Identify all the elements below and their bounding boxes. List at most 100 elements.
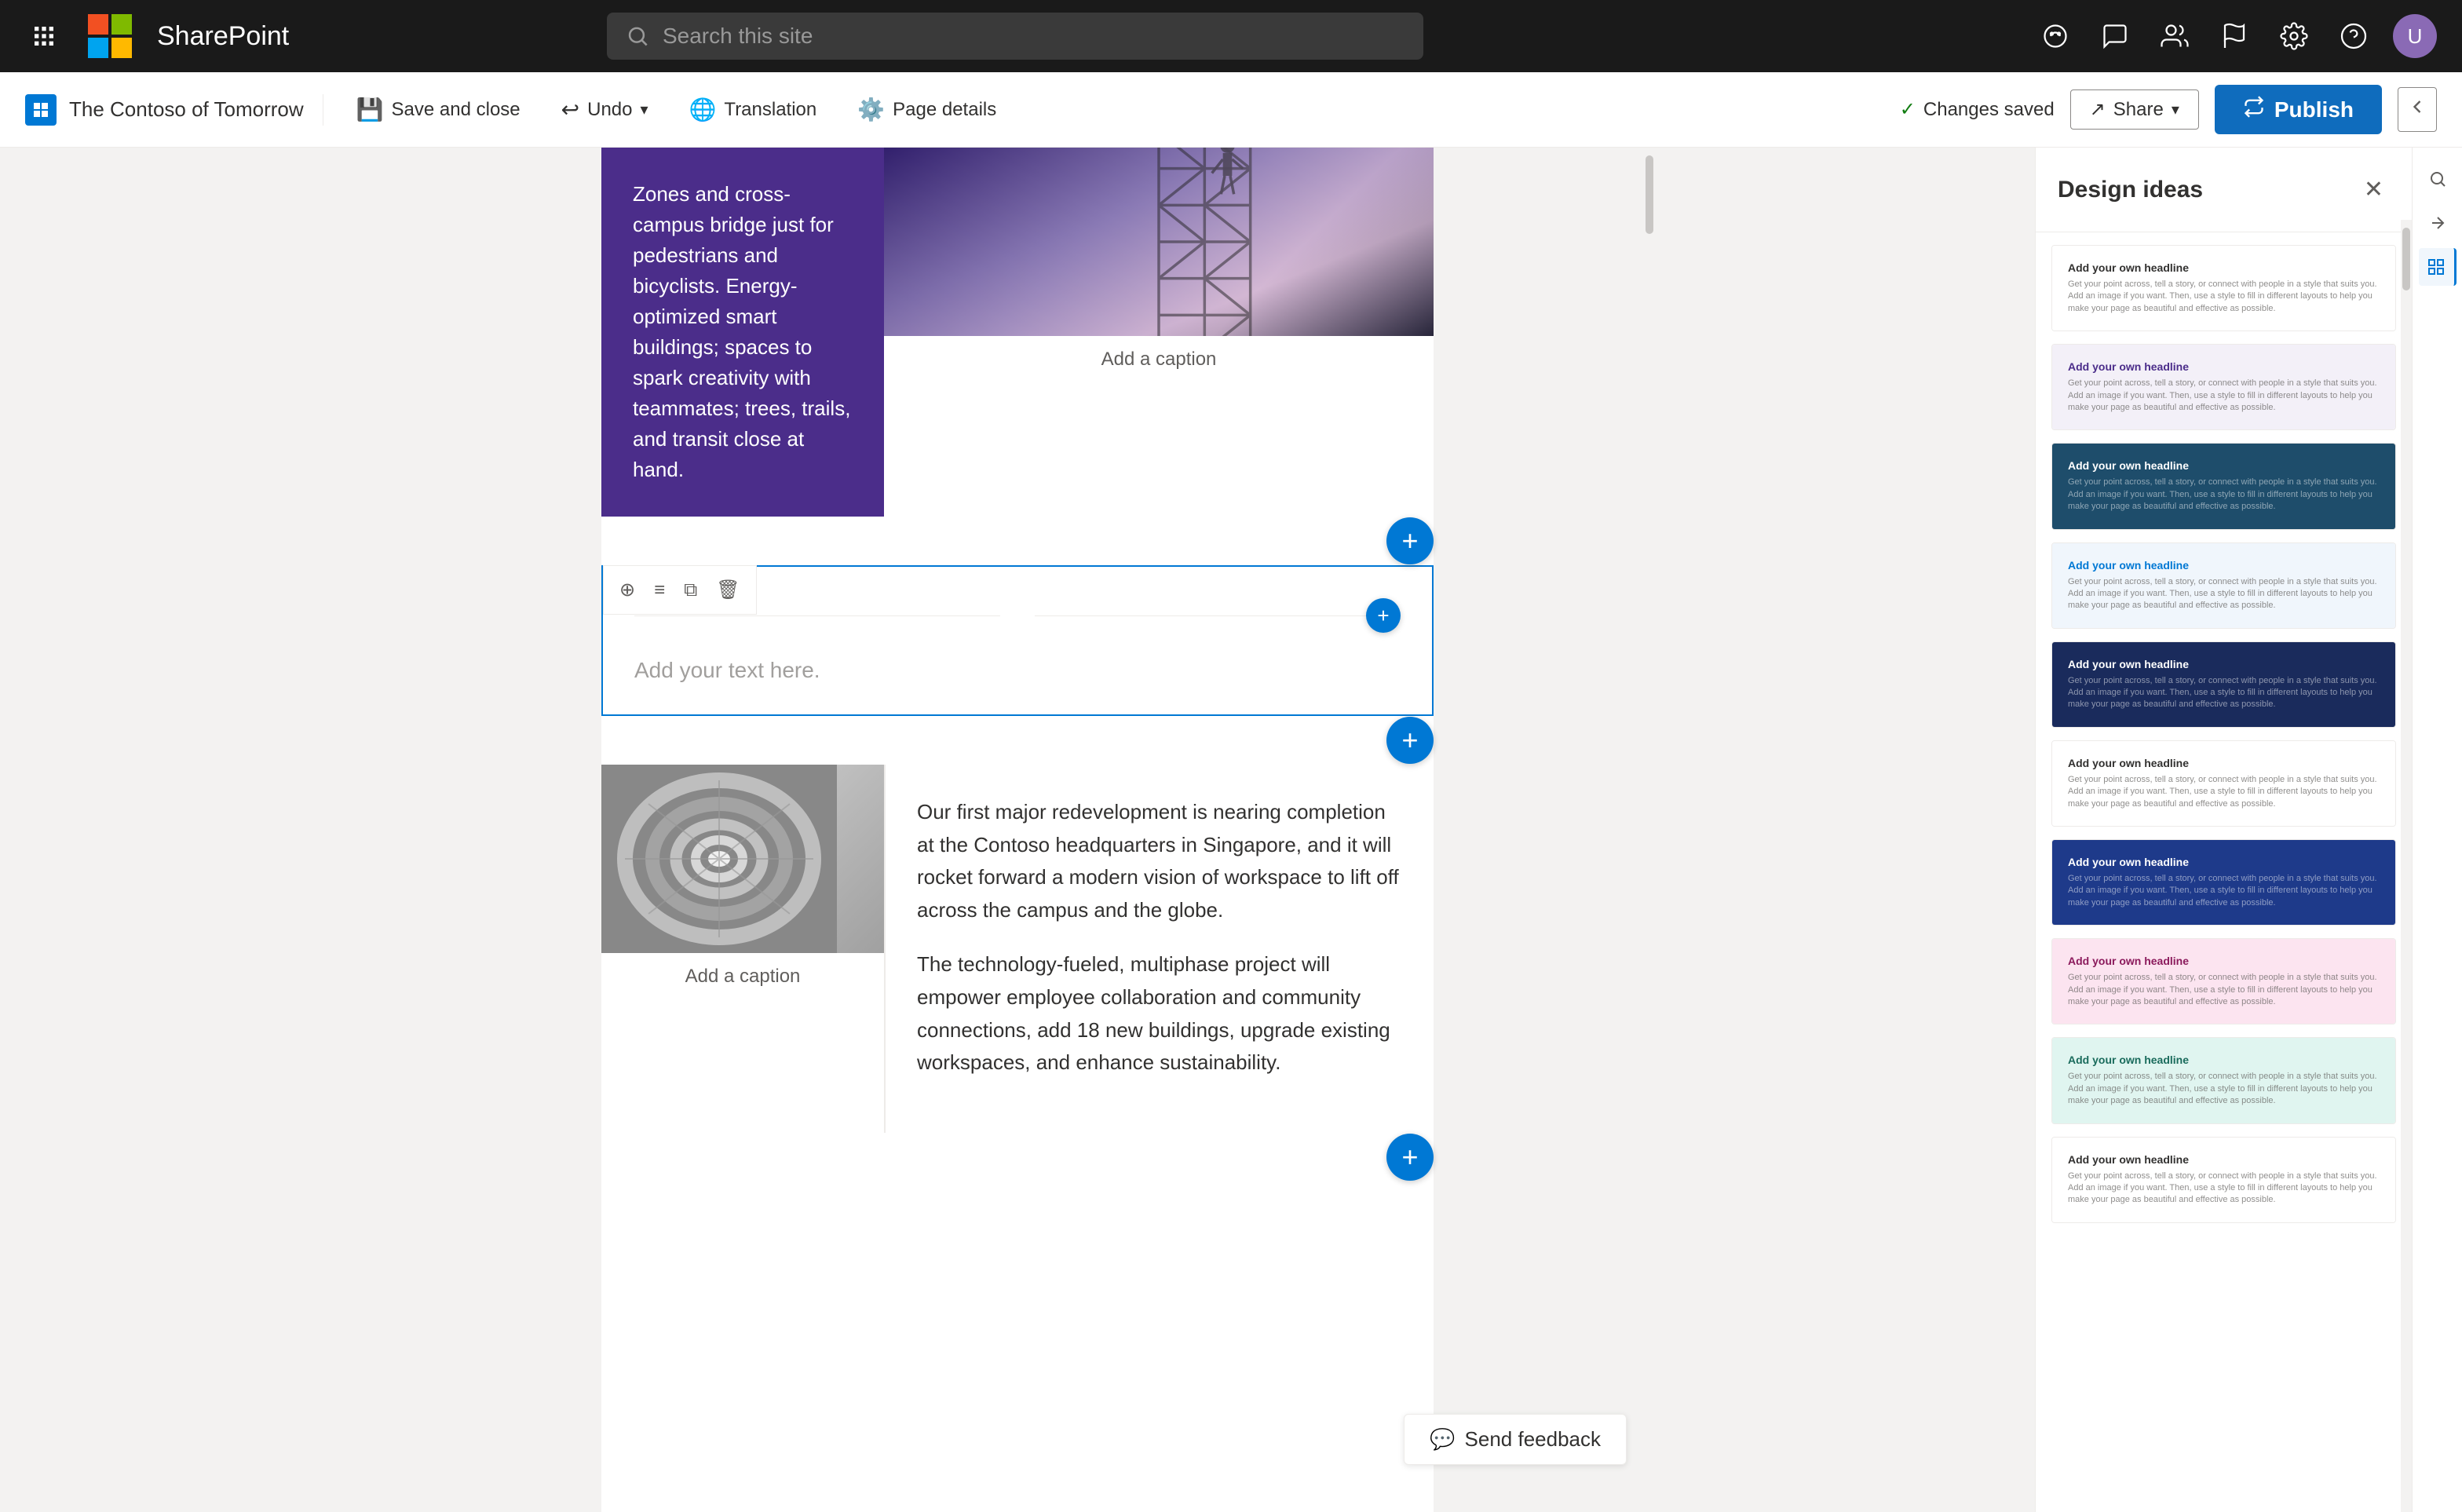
add-inner-button[interactable]: +: [1366, 598, 1401, 633]
nav-icon-group: U: [2035, 14, 2437, 58]
page-canvas: Zones and cross-campus bridge just for p…: [601, 148, 1434, 1512]
text-placeholder[interactable]: Add your text here.: [634, 645, 1401, 683]
design-card-1-text: Get your point across, tell a story, or …: [2068, 279, 2380, 315]
page-details-button[interactable]: ⚙️ Page details: [843, 89, 1010, 130]
design-ideas-panel: Design ideas ✕ Add your own headline Get…: [2035, 148, 2412, 1512]
translation-label: Translation: [724, 99, 816, 121]
design-panel-close-button[interactable]: ✕: [2358, 170, 2390, 210]
top-navigation: SharePoint: [0, 0, 2462, 72]
add-section-zone-2: +: [601, 716, 1434, 765]
publish-label: Publish: [2274, 97, 2354, 122]
design-card-4-text: Get your point across, tell a story, or …: [2068, 576, 2380, 612]
design-card-6[interactable]: Add your own headline Get your point acr…: [2051, 740, 2396, 827]
save-close-label: Save and close: [392, 99, 521, 121]
col-paragraph-1: Our first major redevelopment is nearing…: [917, 796, 1402, 926]
design-card-2-text: Get your point across, tell a story, or …: [2068, 378, 2380, 414]
changes-saved-text: Changes saved: [1923, 99, 2055, 121]
add-section-button-1[interactable]: +: [1386, 517, 1434, 564]
user-avatar[interactable]: U: [2393, 14, 2437, 58]
hero-image: [884, 148, 1434, 336]
flag-icon-button[interactable]: [2214, 16, 2255, 57]
design-card-4-headline: Add your own headline: [2068, 559, 2380, 572]
main-layout: Zones and cross-campus bridge just for p…: [0, 148, 2462, 1512]
checkmark-icon: ✓: [1900, 98, 1916, 121]
format-button[interactable]: ≡: [648, 573, 671, 608]
add-section-button-2[interactable]: +: [1386, 717, 1434, 764]
ms-logo-green: [111, 14, 132, 35]
design-card-7[interactable]: Add your own headline Get your point acr…: [2051, 839, 2396, 926]
panel-scrollbar[interactable]: [2401, 220, 2412, 1512]
share-icon: ↗: [2090, 98, 2106, 121]
translation-button[interactable]: 🌐 Translation: [675, 89, 831, 130]
undo-icon: ↩: [561, 97, 579, 122]
design-card-2[interactable]: Add your own headline Get your point acr…: [2051, 344, 2396, 430]
settings-icon-button[interactable]: [2274, 16, 2314, 57]
chat-icon-button[interactable]: [2095, 16, 2135, 57]
undo-chevron: ▾: [641, 100, 648, 119]
col-left: Add a caption: [601, 765, 884, 1133]
design-card-5[interactable]: Add your own headline Get your point acr…: [2051, 641, 2396, 728]
design-card-5-text: Get your point across, tell a story, or …: [2068, 675, 2380, 711]
hero-section: Zones and cross-campus bridge just for p…: [601, 148, 1434, 517]
feedback-label: Send feedback: [1465, 1427, 1601, 1452]
design-card-4[interactable]: Add your own headline Get your point acr…: [2051, 542, 2396, 629]
design-card-10[interactable]: Add your own headline Get your point acr…: [2051, 1137, 2396, 1223]
design-card-9[interactable]: Add your own headline Get your point acr…: [2051, 1037, 2396, 1123]
text-section[interactable]: ⊕ ≡ ⧉ 🗑 + Add your text here.: [601, 565, 1434, 716]
search-box[interactable]: [607, 13, 1423, 60]
design-card-3[interactable]: Add your own headline Get your point acr…: [2051, 443, 2396, 529]
add-section-zone-3: +: [601, 1133, 1434, 1181]
design-card-3-text: Get your point across, tell a story, or …: [2068, 477, 2380, 513]
search-input[interactable]: [663, 24, 1405, 49]
spiral-svg: [601, 765, 837, 953]
publish-icon: [2243, 96, 2265, 123]
design-card-9-headline: Add your own headline: [2068, 1054, 2380, 1066]
delete-button[interactable]: 🗑: [710, 572, 746, 608]
add-section-button-3[interactable]: +: [1386, 1134, 1434, 1181]
design-card-5-headline: Add your own headline: [2068, 658, 2380, 670]
design-card-8[interactable]: Add your own headline Get your point acr…: [2051, 938, 2396, 1024]
translation-icon: 🌐: [689, 97, 717, 122]
ms-logo-red: [88, 14, 108, 35]
grid-menu-button[interactable]: [25, 17, 63, 55]
hero-text-content: Zones and cross-campus bridge just for p…: [633, 182, 850, 481]
design-card-7-headline: Add your own headline: [2068, 856, 2380, 868]
rail-arrow-button[interactable]: [2419, 204, 2457, 242]
col-text-content: Our first major redevelopment is nearing…: [917, 796, 1402, 1079]
move-button[interactable]: ⊕: [613, 572, 641, 608]
send-feedback-button[interactable]: 💬 Send feedback: [1404, 1414, 1627, 1465]
design-card-1[interactable]: Add your own headline Get your point acr…: [2051, 245, 2396, 331]
share-chevron: ▾: [2172, 100, 2179, 119]
duplicate-button[interactable]: ⧉: [678, 573, 703, 608]
col-divider: [884, 765, 886, 1133]
copilot-icon-button[interactable]: [2035, 16, 2076, 57]
two-col-section: Add a caption Our first major redevelopm…: [601, 765, 1434, 1133]
page-details-icon: ⚙️: [857, 97, 885, 122]
design-panel-scroll[interactable]: Add your own headline Get your point acr…: [2036, 232, 2412, 1512]
collapse-button[interactable]: [2398, 87, 2437, 132]
save-close-button[interactable]: 💾 Save and close: [342, 89, 535, 130]
design-card-3-headline: Add your own headline: [2068, 459, 2380, 472]
col-image-caption[interactable]: Add a caption: [601, 953, 884, 1000]
hero-image-caption[interactable]: Add a caption: [884, 336, 1434, 383]
share-button[interactable]: ↗ Share ▾: [2070, 89, 2199, 130]
ms-logo-blue: [88, 38, 108, 58]
scrollbar-thumb: [1646, 155, 1653, 234]
design-card-1-headline: Add your own headline: [2068, 261, 2380, 274]
undo-label: Undo: [587, 99, 632, 121]
rail-search-button[interactable]: [2419, 160, 2457, 198]
content-scrollbar[interactable]: [1644, 148, 1655, 1512]
rail-design-button[interactable]: [2419, 248, 2457, 286]
help-icon-button[interactable]: [2333, 16, 2374, 57]
undo-button[interactable]: ↩ Undo ▾: [547, 89, 663, 130]
col-right: Our first major redevelopment is nearing…: [886, 765, 1434, 1133]
hero-text-block: Zones and cross-campus bridge just for p…: [601, 148, 884, 517]
side-rail: [2412, 148, 2462, 1512]
nav-brand-label: SharePoint: [157, 21, 289, 52]
site-icon: [25, 94, 57, 126]
publish-button[interactable]: Publish: [2215, 85, 2382, 134]
people-icon-button[interactable]: [2154, 16, 2195, 57]
design-card-8-text: Get your point across, tell a story, or …: [2068, 972, 2380, 1008]
design-card-9-text: Get your point across, tell a story, or …: [2068, 1071, 2380, 1107]
design-card-10-headline: Add your own headline: [2068, 1153, 2380, 1166]
